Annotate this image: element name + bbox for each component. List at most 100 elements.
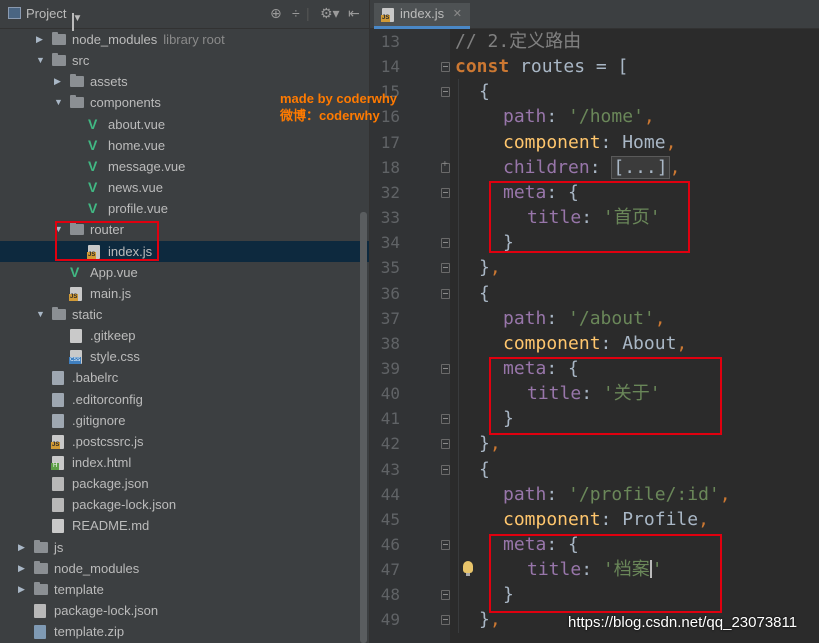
css-icon	[69, 350, 82, 365]
folder-icon	[52, 32, 66, 45]
collapsed-arrow-icon[interactable]: ▶	[18, 579, 28, 600]
code-line[interactable]: // 2.定义路由	[455, 29, 581, 54]
collapse-icon[interactable]: ÷	[292, 5, 300, 21]
collapsed-arrow-icon[interactable]: ▶	[18, 558, 28, 579]
code-token: const	[455, 56, 510, 78]
tree-item[interactable]: .gitignore	[0, 410, 369, 431]
tree-item[interactable]: .editorconfig	[0, 389, 369, 410]
tree-item[interactable]: ▼ static	[0, 304, 369, 325]
tree-item[interactable]: news.vue	[0, 177, 369, 198]
highlight-box-meta-about	[489, 357, 722, 435]
code-line[interactable]: {	[479, 79, 490, 104]
code-line[interactable]: path: '/about',	[503, 306, 666, 331]
collapsed-arrow-icon[interactable]: ▶	[36, 29, 46, 50]
project-view-selector[interactable]: Project ▼	[8, 6, 82, 31]
close-icon[interactable]: ✕	[453, 3, 462, 25]
cfg-icon	[52, 371, 64, 386]
watermark: made by coderwhy 微博：coderwhy	[280, 90, 397, 124]
code-line[interactable]: component: About,	[503, 331, 687, 356]
expanded-arrow-icon[interactable]: ▼	[36, 50, 46, 71]
tab-index-js[interactable]: index.js ✕	[374, 3, 470, 29]
fold-marker-icon[interactable]	[441, 464, 450, 475]
tree-item[interactable]: .babelrc	[0, 367, 369, 388]
tree-item-extra: library root	[163, 32, 225, 47]
tree-item[interactable]: README.md	[0, 515, 369, 536]
tree-item[interactable]: home.vue	[0, 135, 369, 156]
code-token: path	[503, 483, 547, 505]
fold-marker-icon[interactable]	[441, 288, 450, 299]
tree-item[interactable]: ▶ node_modules library root	[0, 29, 369, 50]
line-number: 49	[380, 610, 400, 630]
fold-marker-icon[interactable]	[441, 62, 450, 73]
line-number: 32	[380, 182, 400, 202]
tree-item[interactable]: package-lock.json	[0, 600, 369, 621]
highlight-box-meta-home	[489, 181, 690, 253]
line-number: 44	[380, 484, 400, 504]
tree-item[interactable]: App.vue	[0, 262, 369, 283]
tree-item[interactable]: profile.vue	[0, 198, 369, 219]
code-line[interactable]: path: '/home',	[503, 104, 655, 129]
tree-item[interactable]: ▼ src	[0, 50, 369, 71]
code-token[interactable]: [...]	[611, 155, 670, 179]
fold-marker-icon[interactable]	[441, 363, 450, 374]
code-line[interactable]: path: '/profile/:id',	[503, 482, 731, 507]
code-token: ,	[669, 156, 681, 178]
line-number: 47	[380, 560, 400, 580]
code-token: path	[503, 307, 547, 329]
locate-icon[interactable]: ⊕	[270, 5, 282, 22]
code-token: ,	[665, 131, 677, 153]
code-line[interactable]: {	[479, 281, 490, 306]
vue-icon	[70, 262, 84, 283]
line-number: 34	[380, 233, 400, 253]
fold-marker-icon[interactable]	[441, 187, 450, 198]
line-number: 48	[380, 585, 400, 605]
vue-icon	[88, 156, 102, 177]
code-token: {	[479, 458, 490, 480]
fold-marker-icon[interactable]	[441, 540, 450, 550]
fold-marker-icon[interactable]	[441, 87, 450, 98]
fold-marker-icon[interactable]	[441, 159, 450, 173]
code-token: ,	[719, 483, 731, 505]
js-file-icon	[381, 8, 394, 22]
tree-item[interactable]: package-lock.json	[0, 494, 369, 515]
code-line[interactable]: {	[479, 457, 490, 482]
expanded-arrow-icon[interactable]: ▼	[36, 304, 46, 325]
tree-item[interactable]: message.vue	[0, 156, 369, 177]
fold-marker-icon[interactable]	[441, 439, 450, 450]
collapsed-arrow-icon[interactable]: ▶	[18, 537, 28, 558]
fold-marker-icon[interactable]	[441, 615, 450, 626]
tree-item[interactable]: index.html	[0, 452, 369, 473]
line-number: 18	[380, 157, 400, 177]
tree-item[interactable]: ▶ node_modules	[0, 558, 369, 579]
fold-marker-icon[interactable]	[441, 263, 450, 274]
fold-marker-icon[interactable]	[441, 414, 450, 425]
fold-marker-icon[interactable]	[441, 238, 450, 249]
code-line[interactable]: children: [...],	[503, 155, 680, 180]
code-line[interactable]: component: Home,	[503, 130, 676, 155]
tree-item[interactable]: ▶ js	[0, 537, 369, 558]
tree-item[interactable]: .gitkeep	[0, 325, 369, 346]
code-line[interactable]: },	[479, 255, 501, 280]
code-line[interactable]: },	[479, 431, 501, 456]
code-line[interactable]: component: Profile,	[503, 507, 709, 532]
tree-item[interactable]: .postcssrc.js	[0, 431, 369, 452]
lightbulb-icon[interactable]	[463, 561, 473, 576]
hide-icon[interactable]: ⇤	[348, 5, 360, 22]
project-scrollbar[interactable]	[360, 212, 367, 643]
tree-item[interactable]: template.zip	[0, 621, 369, 642]
code-line[interactable]: const routes = [	[455, 54, 628, 79]
tree-item[interactable]: package.json	[0, 473, 369, 494]
folder-icon	[52, 306, 66, 320]
fold-marker-icon[interactable]	[441, 590, 450, 601]
gear-icon[interactable]: ⚙▾	[320, 5, 340, 22]
folder-icon	[52, 53, 66, 67]
tree-item-label: about.vue	[108, 116, 166, 132]
line-number: 38	[380, 333, 400, 353]
collapsed-arrow-icon[interactable]: ▶	[54, 71, 64, 92]
tree-item[interactable]: style.css	[0, 346, 369, 367]
expanded-arrow-icon[interactable]: ▼	[54, 92, 64, 113]
code-token: ,	[698, 508, 709, 530]
tree-item[interactable]: main.js	[0, 283, 369, 304]
tab-label: index.js	[400, 6, 445, 21]
tree-item[interactable]: ▶ template	[0, 579, 369, 600]
